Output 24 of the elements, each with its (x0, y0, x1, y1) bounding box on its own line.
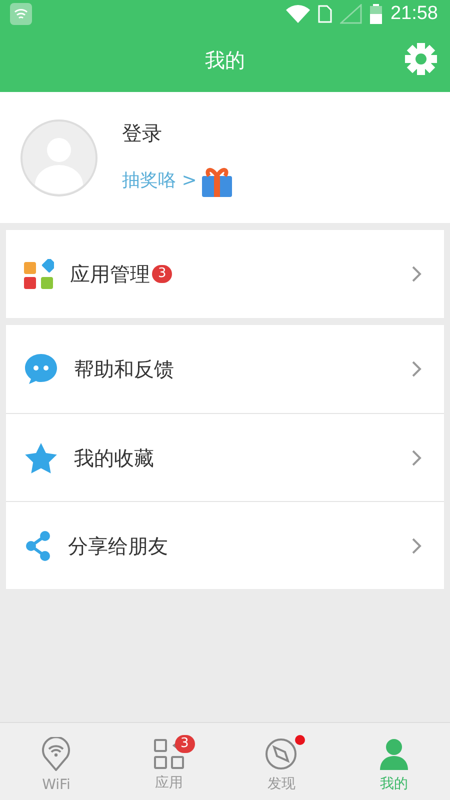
tab[interactable]: 应用 3 (112, 723, 225, 800)
sim-card-icon (318, 5, 332, 23)
chevron-right-icon (412, 266, 422, 282)
settings-icon[interactable] (404, 42, 438, 76)
wifi-icon (286, 5, 310, 23)
chevron-right-icon (412, 450, 422, 466)
battery-icon (370, 4, 382, 24)
compass-icon (265, 738, 298, 770)
star-icon (24, 442, 58, 474)
chat-bubble-icon (24, 353, 58, 385)
avatar-icon (20, 118, 98, 196)
clock: 21:58 (390, 2, 438, 26)
apps-icon (24, 259, 54, 289)
count-badge: 3 (174, 735, 195, 753)
person-icon (378, 738, 409, 770)
signal-icon (340, 4, 362, 24)
share-icon (24, 530, 52, 562)
chevron-right-icon (412, 538, 422, 554)
count-badge: 3 (152, 265, 172, 283)
wifi-pin-icon (41, 736, 72, 770)
chevron-right-icon (412, 361, 422, 377)
login-text[interactable]: 登录 (122, 118, 233, 148)
app-notification-icon (10, 3, 32, 25)
page-title: 我的 (205, 47, 245, 74)
